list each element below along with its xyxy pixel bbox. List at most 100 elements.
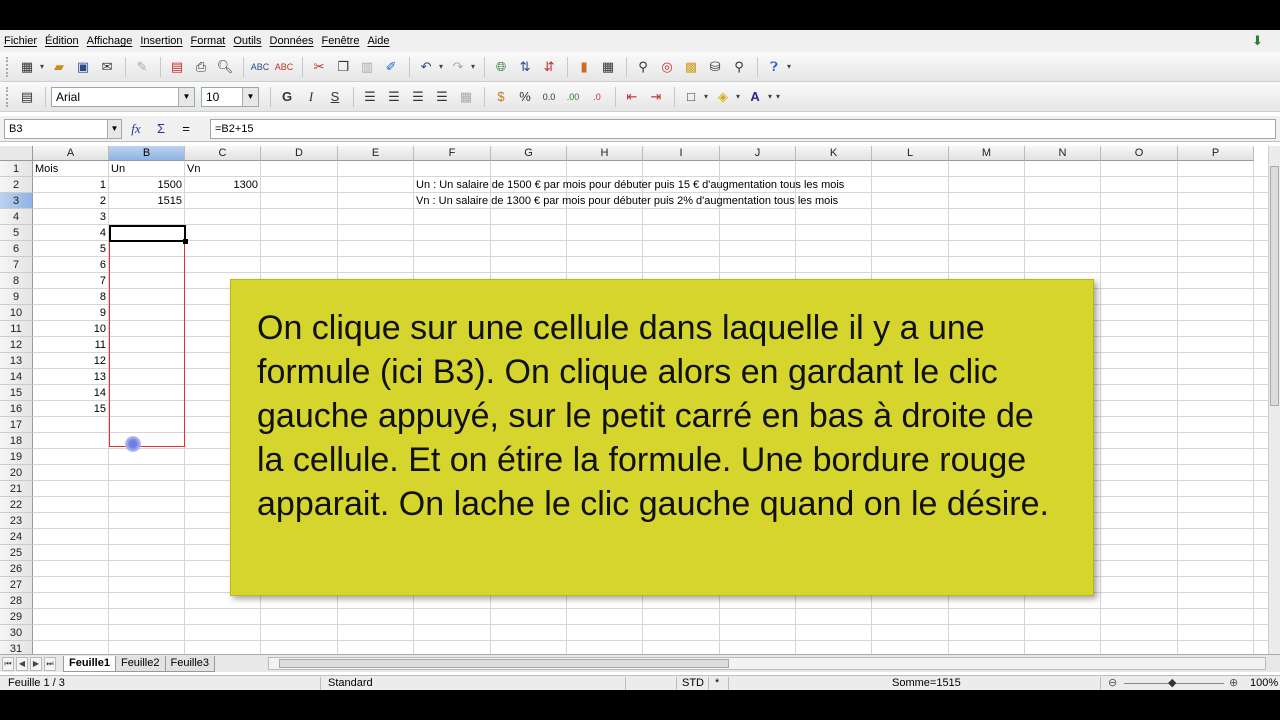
navigator-icon[interactable]: ◎ [656,56,678,78]
active-cell-cursor[interactable] [109,225,186,242]
row-header[interactable]: 29 [0,609,33,625]
undo-icon[interactable]: ↶ [415,56,437,78]
cell-f3[interactable]: Vn : Un salaire de 1300 € par mois pour … [416,193,838,209]
menu-affichage[interactable]: Affichage [87,35,133,47]
row-header[interactable]: 10 [0,305,33,321]
borders-dropdown-icon[interactable]: ▾ [704,92,708,101]
standard-format-icon[interactable]: 0.0 [538,86,560,108]
sort-ascending-icon[interactable]: ⇅ [514,56,536,78]
copy-icon[interactable]: ❐ [332,56,354,78]
background-dropdown-icon[interactable]: ▾ [736,92,740,101]
row-header[interactable]: 30 [0,625,33,641]
increase-indent-icon[interactable]: ⇥ [645,86,667,108]
menu-outils[interactable]: Outils [233,35,261,47]
row-header[interactable]: 25 [0,545,33,561]
sheet-tab-feuille1[interactable]: Feuille1 [63,655,116,672]
cell-c1[interactable]: Vn [187,161,200,177]
menu-insertion[interactable]: Insertion [140,35,182,47]
row-header[interactable]: 28 [0,593,33,609]
pivot-table-icon[interactable]: ▦ [597,56,619,78]
new-document-icon[interactable]: ▦ [16,56,38,78]
cell-a9[interactable]: 8 [33,289,106,305]
data-sources-icon[interactable]: ⛁ [704,56,726,78]
row-header[interactable]: 16 [0,401,33,417]
row-header[interactable]: 15 [0,385,33,401]
cell-a4[interactable]: 3 [33,209,106,225]
status-page-style[interactable]: Standard [328,676,373,690]
menu-fichier[interactable]: Fichier [4,35,37,47]
previous-sheet-icon[interactable]: ◀ [16,656,28,671]
column-header[interactable]: H [567,146,643,161]
borders-icon[interactable]: □ [680,86,702,108]
menu-donnees[interactable]: Données [270,35,314,47]
zoom-out-icon[interactable]: ⊖ [1108,676,1117,690]
cell-a6[interactable]: 5 [33,241,106,257]
row-header[interactable]: 11 [0,321,33,337]
gallery-icon[interactable]: ▩ [680,56,702,78]
sort-descending-icon[interactable]: ⇵ [538,56,560,78]
next-sheet-icon[interactable]: ▶ [30,656,42,671]
chart-icon[interactable]: ▮ [573,56,595,78]
spellcheck-icon[interactable]: ABC [249,56,271,78]
clone-format-icon[interactable]: ✐ [380,56,402,78]
cell-a12[interactable]: 11 [33,337,106,353]
align-left-icon[interactable]: ☰ [359,86,381,108]
autospellcheck-icon[interactable]: ABC [273,56,295,78]
cell-a10[interactable]: 9 [33,305,106,321]
horizontal-scrollbar-thumb[interactable] [279,659,729,668]
cell-a14[interactable]: 13 [33,369,106,385]
column-header[interactable]: G [491,146,567,161]
cell-a15[interactable]: 14 [33,385,106,401]
row-header[interactable]: 5 [0,225,33,241]
zoom-in-icon[interactable]: ⊕ [1229,676,1238,690]
row-header[interactable]: 8 [0,273,33,289]
status-zoom[interactable]: 100% [1250,676,1278,690]
vertical-scrollbar[interactable] [1268,146,1280,654]
row-header[interactable]: 24 [0,529,33,545]
underline-icon[interactable]: S [324,86,346,108]
toolbar-options-icon[interactable]: ▾ [776,92,780,101]
print-preview-icon[interactable]: 🔍︎ [214,56,236,78]
row-header[interactable]: 21 [0,481,33,497]
column-header[interactable]: E [338,146,414,161]
row-header[interactable]: 3 [0,193,33,209]
row-header[interactable]: 22 [0,497,33,513]
column-header[interactable]: I [643,146,720,161]
formula-input[interactable]: =B2+15 [210,119,1276,139]
menu-aide[interactable]: Aide [367,35,389,47]
last-sheet-icon[interactable]: ⏭ [44,656,56,671]
column-header[interactable]: C [185,146,261,161]
chevron-down-icon[interactable]: ▼ [242,87,258,106]
sheet-tab-feuille2[interactable]: Feuille2 [114,655,166,672]
align-center-icon[interactable]: ☰ [383,86,405,108]
column-header[interactable]: J [720,146,796,161]
name-box[interactable]: B3 ▼ [4,118,122,139]
paste-icon[interactable]: ▥ [356,56,378,78]
email-icon[interactable]: ✉ [96,56,118,78]
edit-file-icon[interactable]: ✎ [131,56,153,78]
bold-icon[interactable]: G [276,86,298,108]
row-header[interactable]: 27 [0,577,33,593]
font-color-icon[interactable]: A [744,86,766,108]
column-header[interactable]: D [261,146,338,161]
row-header[interactable]: 23 [0,513,33,529]
cell-f2[interactable]: Un : Un salaire de 1500 € par mois pour … [416,177,844,193]
toolbar-grip-icon[interactable] [6,86,10,107]
cell-a13[interactable]: 12 [33,353,106,369]
function-equals-icon[interactable]: = [175,119,197,139]
row-header[interactable]: 18 [0,433,33,449]
row-header[interactable]: 13 [0,353,33,369]
font-name-select[interactable]: Arial ▼ [51,86,195,107]
font-size-select[interactable]: 10 ▼ [201,86,259,107]
italic-icon[interactable]: I [300,86,322,108]
row-header[interactable]: 26 [0,561,33,577]
print-icon[interactable]: ⎙ [190,56,212,78]
row-header[interactable]: 9 [0,289,33,305]
row-header[interactable]: 4 [0,209,33,225]
sum-icon[interactable]: Σ [150,119,172,139]
cell-a16[interactable]: 15 [33,401,106,417]
first-sheet-icon[interactable]: ⏮ [2,656,14,671]
export-pdf-icon[interactable]: ▤ [166,56,188,78]
align-right-icon[interactable]: ☰ [407,86,429,108]
justify-icon[interactable]: ☰ [431,86,453,108]
